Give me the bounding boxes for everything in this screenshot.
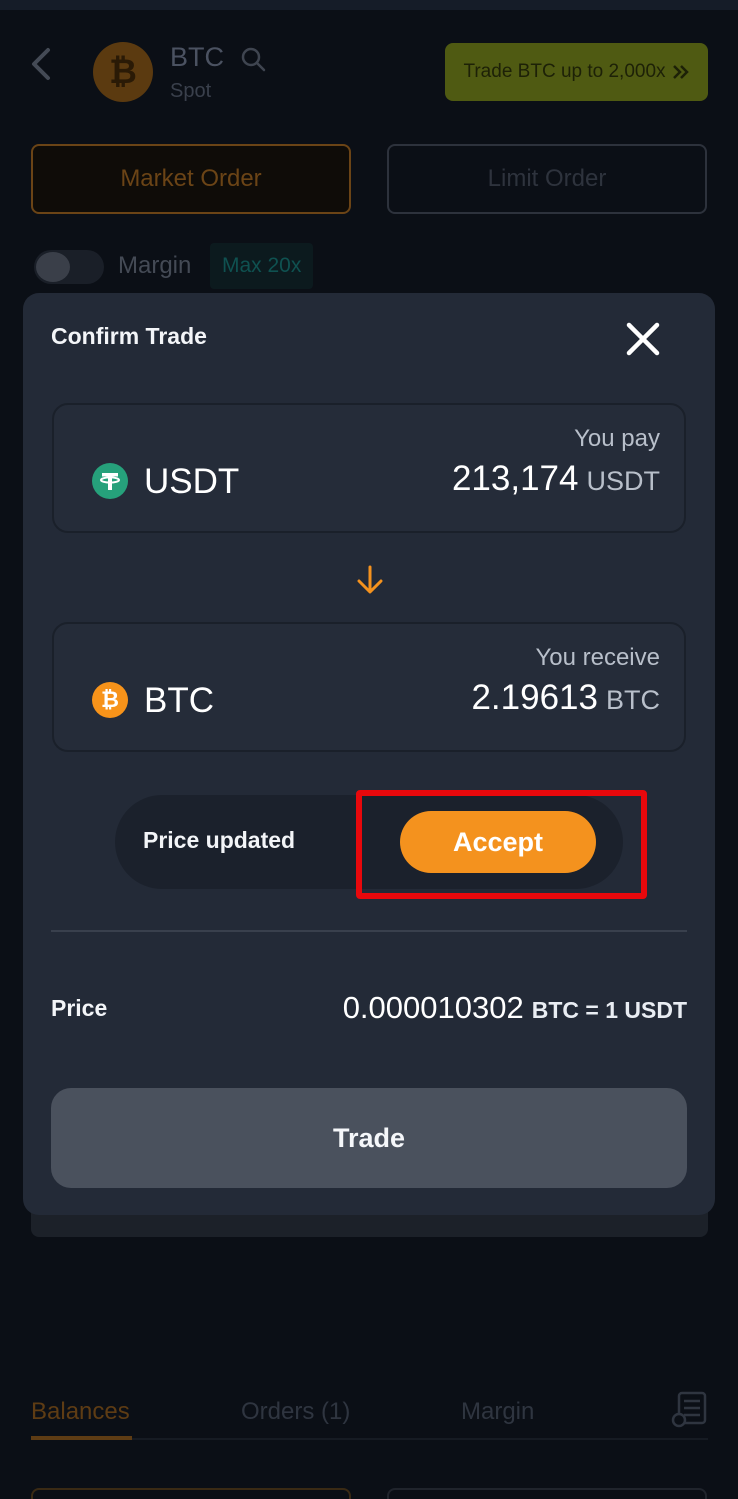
btc-icon: ₿: [92, 682, 128, 718]
trade-button[interactable]: Trade: [51, 1088, 687, 1188]
price-updated-text: Price updated: [143, 827, 296, 853]
price-value: 0.000010302: [342, 990, 524, 1025]
receive-amount-row: 2.19613 BTC: [471, 678, 660, 718]
modal-title: Confirm Trade: [51, 323, 207, 349]
receive-amount: 2.19613: [471, 678, 598, 717]
pay-unit: USDT: [586, 466, 661, 496]
pair-title[interactable]: BTC: [170, 42, 224, 73]
accept-button[interactable]: Accept: [400, 811, 596, 873]
market-type-label: Spot: [170, 80, 212, 102]
margin-toggle[interactable]: [34, 250, 104, 284]
receive-asset-name: BTC: [144, 681, 214, 720]
bottom-card-left: [31, 1488, 351, 1499]
price-updated-banner: Price updated Accept: [115, 795, 623, 889]
confirm-trade-modal: Confirm Trade USDT You pay 213,174 USDT …: [23, 293, 715, 1215]
tab-balances[interactable]: Balances: [31, 1398, 130, 1426]
tab-market-order[interactable]: Market Order: [31, 144, 351, 214]
status-strip: [0, 0, 738, 10]
back-arrow-icon[interactable]: [26, 44, 56, 84]
double-chevron-right-icon: [672, 65, 689, 79]
max-leverage-badge: Max 20x: [210, 243, 314, 289]
close-icon[interactable]: [623, 319, 663, 359]
divider: [51, 930, 687, 932]
tab-margin[interactable]: Margin: [461, 1398, 534, 1426]
pay-amount-row: 213,174 USDT: [452, 459, 660, 499]
btc-glyph: ₿: [101, 688, 119, 713]
pay-caption: You pay: [574, 425, 660, 452]
pay-amount: 213,174: [451, 459, 579, 498]
tether-logo-icon: [100, 473, 120, 490]
active-tab-indicator: [31, 1436, 132, 1440]
pay-asset-name: USDT: [144, 462, 240, 501]
btc-coin-glyph: ₿: [109, 52, 137, 92]
btc-coin-avatar: ₿: [93, 42, 153, 102]
usdt-icon: [92, 463, 128, 499]
price-unit: BTC = 1 USDT: [531, 997, 687, 1023]
receive-caption: You receive: [535, 644, 660, 671]
receive-card: ₿ BTC You receive 2.19613 BTC: [52, 622, 686, 752]
page-header: ₿ BTC Spot Trade BTC up to 2,000x: [0, 10, 738, 120]
arrow-down-icon: [357, 565, 383, 594]
margin-label: Margin: [118, 252, 192, 279]
receive-unit: BTC: [606, 685, 660, 715]
search-icon[interactable]: [240, 46, 266, 72]
bottom-tab-bar: Balances Orders (1) Margin: [0, 1390, 738, 1450]
order-history-icon[interactable]: [670, 1390, 710, 1430]
promo-label: Trade BTC up to 2,000x: [463, 61, 666, 82]
bottom-card-right: [387, 1488, 707, 1499]
pay-card: USDT You pay 213,174 USDT: [52, 403, 686, 533]
tab-bar-divider: [31, 1438, 708, 1440]
toggle-knob: [36, 252, 70, 282]
tab-limit-order[interactable]: Limit Order: [387, 144, 707, 214]
tab-orders[interactable]: Orders (1): [241, 1398, 350, 1426]
price-label: Price: [51, 995, 108, 1021]
price-value-row: 0.000010302 BTC = 1 USDT: [343, 990, 687, 1026]
trade-leverage-promo-button[interactable]: Trade BTC up to 2,000x: [445, 43, 708, 101]
